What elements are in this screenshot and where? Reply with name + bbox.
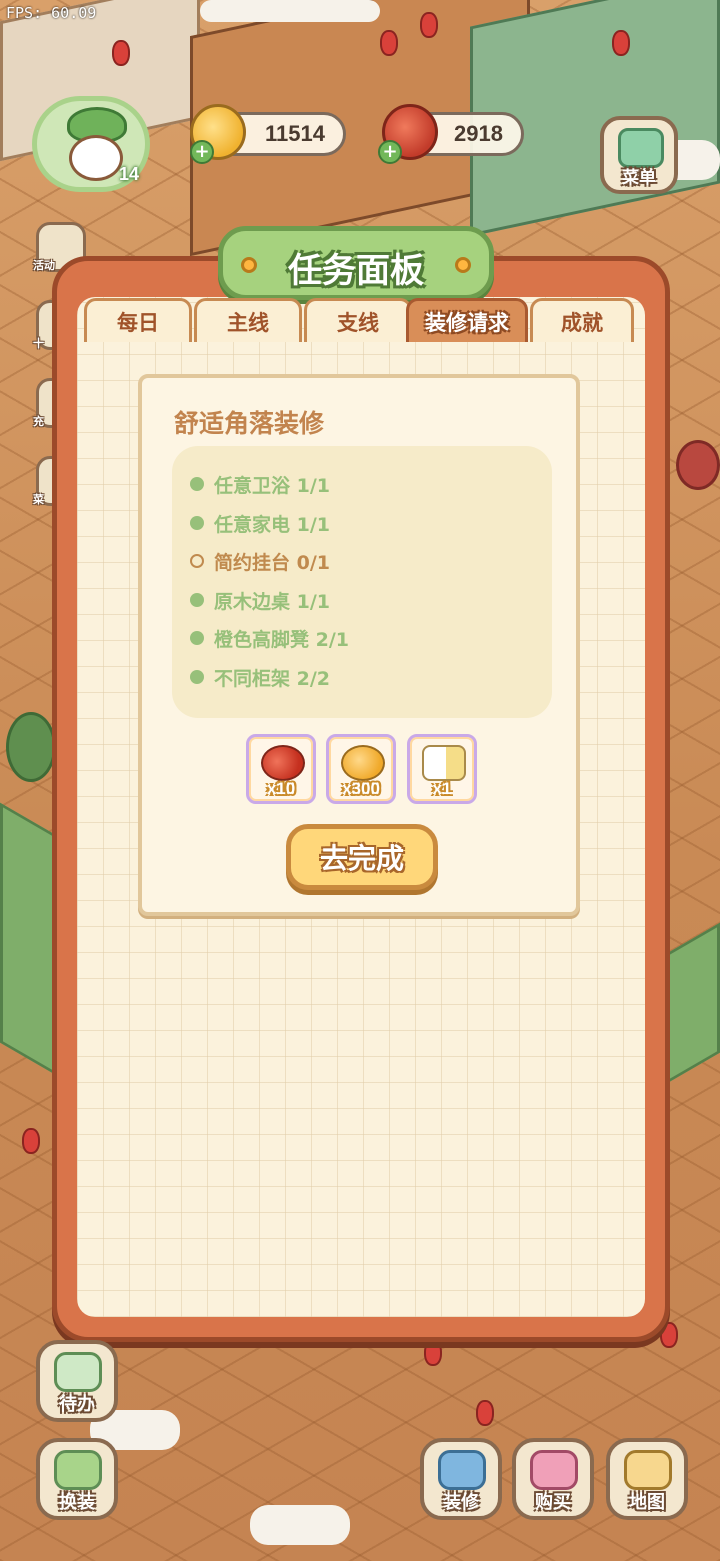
reward-quantity: x10 <box>266 779 296 798</box>
red-tree <box>676 440 720 490</box>
snow-patch <box>200 0 380 22</box>
tab-achievements[interactable]: 成就 <box>530 298 634 342</box>
lantern-icon <box>420 12 438 38</box>
requirement-item: 简约挂台 0/1 <box>190 547 330 575</box>
player-avatar[interactable]: 14 <box>32 96 150 192</box>
tab-daily[interactable]: 每日 <box>84 298 192 342</box>
shopping-bag-icon <box>530 1450 578 1490</box>
reward-list: x10 x300 x1 <box>246 734 482 806</box>
tree <box>6 712 56 782</box>
task-tabs: 每日 主线 支线 装修请求 成就 <box>84 298 636 344</box>
go-complete-button[interactable]: 去完成 <box>286 824 438 890</box>
tab-renovation-requests[interactable]: 装修请求 <box>406 298 528 342</box>
cherry-icon <box>261 745 305 781</box>
add-coins-button[interactable]: + <box>190 140 214 164</box>
lantern-icon <box>476 1400 494 1426</box>
checklist-icon <box>54 1352 102 1392</box>
lantern-icon <box>22 1128 40 1154</box>
snow-patch <box>250 1505 350 1545</box>
pending-circle-icon <box>190 554 204 568</box>
task-title: 舒适角落装修 <box>174 409 325 438</box>
requirement-item: 不同柜架 2/2 <box>190 663 330 691</box>
done-dot-icon <box>190 477 204 491</box>
requirement-item: 橙色高脚凳 2/1 <box>190 624 349 652</box>
lantern-icon <box>612 30 630 56</box>
avatar-token-icon <box>422 745 466 781</box>
reward-quantity: x1 <box>432 779 452 798</box>
add-cherries-button[interactable]: + <box>378 140 402 164</box>
task-panel-title: 任务面板 <box>288 251 424 291</box>
lantern-icon <box>112 40 130 66</box>
player-level: 14 <box>118 164 139 184</box>
shop-button[interactable]: 购买 <box>512 1438 594 1520</box>
avatar-face <box>69 135 123 181</box>
todo-label: 待办 <box>59 1394 95 1415</box>
reward-item[interactable]: x10 <box>246 734 316 804</box>
requirement-item: 任意卫浴 1/1 <box>190 470 330 498</box>
requirement-text: 简约挂台 0/1 <box>214 551 330 574</box>
lantern-icon <box>424 1340 442 1366</box>
shop-label: 购买 <box>535 1492 571 1513</box>
menu-button[interactable]: 菜单 <box>600 116 678 194</box>
requirement-text: 任意卫浴 1/1 <box>214 474 330 497</box>
requirements-list: 任意卫浴 1/1 任意家电 1/1 简约挂台 0/1 原木边桌 1/1 橙色高脚… <box>172 446 552 718</box>
map-icon <box>624 1450 672 1490</box>
map-button[interactable]: 地图 <box>606 1438 688 1520</box>
decorate-button[interactable]: 装修 <box>420 1438 502 1520</box>
todo-button[interactable]: 待办 <box>36 1340 118 1422</box>
done-dot-icon <box>190 516 204 530</box>
reward-quantity: x300 <box>342 779 380 798</box>
requirement-item: 原木边桌 1/1 <box>190 586 330 614</box>
grass-lawn <box>0 802 60 1078</box>
done-dot-icon <box>190 593 204 607</box>
wardrobe-icon <box>54 1450 102 1490</box>
lantern-icon <box>380 30 398 56</box>
task-panel-title-plate: 任务面板 <box>218 226 494 300</box>
requirement-text: 原木边桌 1/1 <box>214 590 330 613</box>
menu-icon <box>618 128 664 168</box>
requirement-text: 橙色高脚凳 2/1 <box>214 628 349 651</box>
tab-main[interactable]: 主线 <box>194 298 302 342</box>
coin-pile-icon <box>341 745 385 781</box>
paint-bucket-icon <box>438 1450 486 1490</box>
dress-up-button[interactable]: 换装 <box>36 1438 118 1520</box>
done-dot-icon <box>190 631 204 645</box>
tab-side[interactable]: 支线 <box>304 298 412 342</box>
done-dot-icon <box>190 670 204 684</box>
decorate-label: 装修 <box>443 1492 479 1513</box>
requirement-text: 任意家电 1/1 <box>214 513 330 536</box>
requirement-text: 不同柜架 2/2 <box>214 667 330 690</box>
map-label: 地图 <box>629 1492 665 1513</box>
task-card: 舒适角落装修 任意卫浴 1/1 任意家电 1/1 简约挂台 0/1 原木边桌 1… <box>138 374 580 916</box>
fps-counter: FPS: 60.09 <box>6 4 97 22</box>
reward-item[interactable]: x300 <box>326 734 396 804</box>
dress-up-label: 换装 <box>59 1492 95 1513</box>
menu-label: 菜单 <box>622 168 656 188</box>
reward-item[interactable]: x1 <box>407 734 477 804</box>
requirement-item: 任意家电 1/1 <box>190 509 330 537</box>
